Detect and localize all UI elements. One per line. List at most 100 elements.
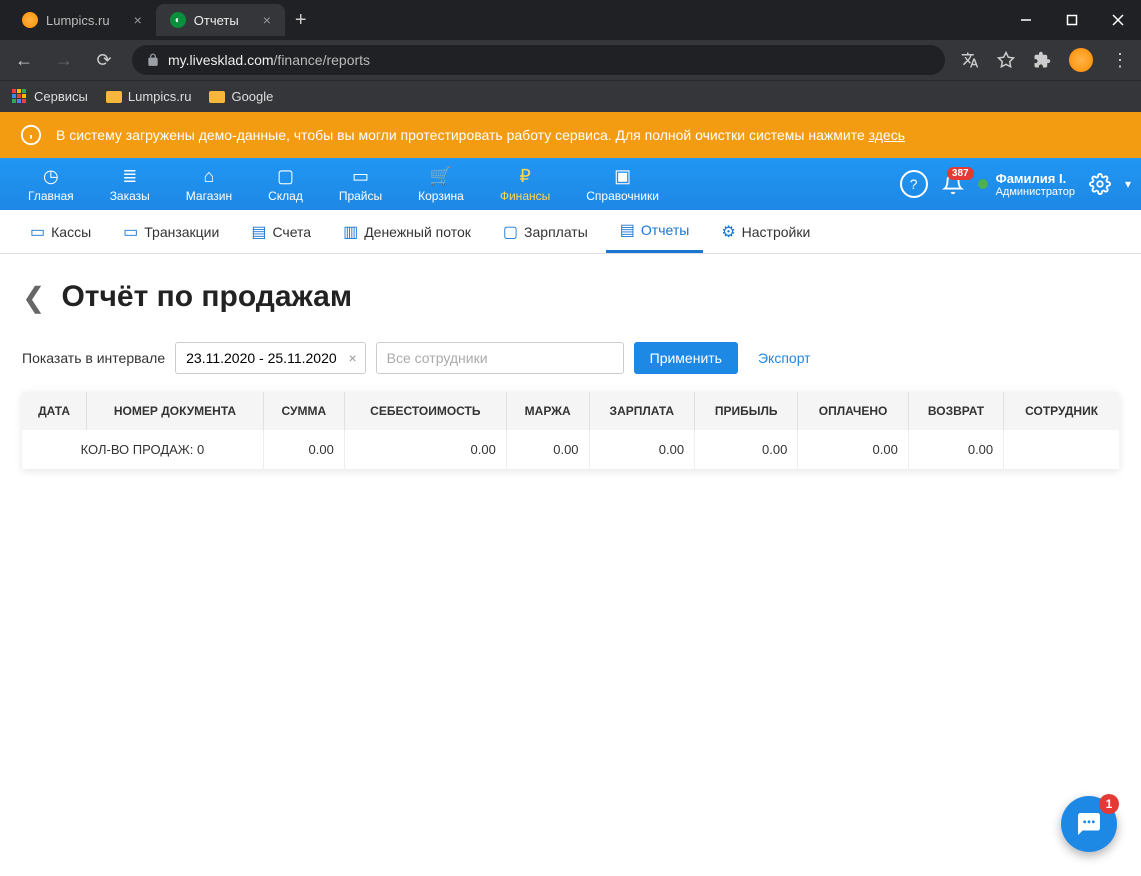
tab-settings[interactable]: ⚙ Настройки (707, 210, 824, 253)
bookmark-item[interactable]: Google (209, 89, 273, 104)
nav-cart[interactable]: 🛒 Корзина (400, 158, 482, 210)
favicon-icon (22, 12, 38, 28)
page-content: ❮ Отчёт по продажам Показать в интервале… (0, 254, 1141, 495)
user-menu[interactable]: Фамилия I. Администратор (978, 171, 1075, 198)
page-title: Отчёт по продажам (61, 280, 352, 314)
shop-icon: ⌂ (204, 166, 215, 187)
banner-link[interactable]: здесь (869, 127, 905, 143)
tab-salaries[interactable]: ▢ Зарплаты (489, 210, 602, 253)
browser-tabs: Lumpics.ru × ◐ Отчеты × + (0, 4, 1003, 36)
forward-button[interactable]: → (52, 50, 76, 71)
date-range-picker[interactable]: 23.11.2020 - 25.11.2020 × (175, 342, 366, 374)
tab-transactions[interactable]: ▭ Транзакции (109, 210, 233, 253)
gauge-icon: ◷ (43, 166, 59, 187)
bookmark-item[interactable]: Lumpics.ru (106, 89, 192, 104)
money-icon: ▭ (30, 222, 45, 242)
address-bar[interactable]: my.livesklad.com/finance/reports (132, 45, 945, 75)
app-content: В систему загружены демо-данные, чтобы в… (0, 112, 1141, 876)
tab-cashflow[interactable]: ▥ Денежный поток (329, 210, 485, 253)
reload-button[interactable]: ⟳ (92, 50, 116, 71)
nav-prices[interactable]: ▭ Прайсы (321, 158, 400, 210)
summary-cell: 0.00 (695, 430, 798, 469)
clear-icon[interactable]: × (348, 350, 356, 366)
summary-cell: 0.00 (589, 430, 695, 469)
sub-label: Отчеты (641, 222, 689, 238)
apply-button[interactable]: Применить (634, 342, 738, 374)
nav-finance[interactable]: ₽ Финансы (482, 158, 568, 210)
summary-cell: 0.00 (344, 430, 506, 469)
tab-accounts[interactable]: ▤ Счета (237, 210, 325, 253)
layers-icon: ▣ (614, 166, 631, 187)
menu-icon[interactable]: ⋮ (1111, 50, 1129, 71)
profile-avatar[interactable] (1069, 48, 1093, 72)
star-icon[interactable] (997, 51, 1015, 69)
bookmark-apps[interactable]: Сервисы (12, 89, 88, 105)
bookmark-label: Сервисы (34, 89, 88, 104)
nav-label: Справочники (586, 189, 659, 203)
toolbar-icons: ⋮ (961, 48, 1129, 72)
bookmark-label: Lumpics.ru (128, 89, 192, 104)
col-header[interactable]: СУММА (263, 392, 344, 430)
maximize-button[interactable] (1049, 0, 1095, 40)
tab-reports[interactable]: ▤ Отчеты (606, 210, 704, 253)
tab-title: Lumpics.ru (46, 13, 110, 28)
bookmarks-bar: Сервисы Lumpics.ru Google (0, 80, 1141, 112)
nav-orders[interactable]: ≣ Заказы (92, 158, 168, 210)
nav-label: Главная (28, 189, 74, 203)
new-tab-button[interactable]: + (285, 9, 317, 32)
back-button[interactable]: ← (12, 50, 36, 71)
nav-shop[interactable]: ⌂ Магазин (168, 158, 250, 210)
col-header[interactable]: МАРЖА (506, 392, 589, 430)
chevron-down-icon[interactable]: ▾ (1125, 177, 1131, 191)
close-window-button[interactable] (1095, 0, 1141, 40)
translate-icon[interactable] (961, 51, 979, 69)
extension-icon[interactable] (1033, 51, 1051, 69)
chat-badge: 1 (1099, 794, 1119, 814)
summary-cell (1004, 430, 1119, 469)
gear-icon (1089, 173, 1111, 195)
nav-warehouse[interactable]: ▢ Склад (250, 158, 321, 210)
nav-label: Прайсы (339, 189, 382, 203)
help-button[interactable]: ? (900, 170, 928, 198)
close-icon[interactable]: × (134, 12, 142, 28)
settings-button[interactable] (1089, 173, 1111, 195)
employee-filter-input[interactable] (376, 342, 624, 374)
report-table: ДАТА НОМЕР ДОКУМЕНТА СУММА СЕБЕСТОИМОСТЬ… (22, 392, 1119, 469)
nav-label: Корзина (418, 189, 464, 203)
minimize-button[interactable] (1003, 0, 1049, 40)
tab-cash-registers[interactable]: ▭ Кассы (16, 210, 105, 253)
export-link[interactable]: Экспорт (758, 350, 811, 366)
invoice-icon: ▤ (251, 222, 266, 242)
summary-cell: 0.00 (506, 430, 589, 469)
tab-title: Отчеты (194, 13, 239, 28)
col-header[interactable]: ВОЗВРАТ (908, 392, 1003, 430)
chat-widget-button[interactable]: 1 (1061, 796, 1117, 852)
browser-tab[interactable]: ◐ Отчеты × (156, 4, 285, 36)
col-header[interactable]: СОТРУДНИК (1004, 392, 1119, 430)
nav-home[interactable]: ◷ Главная (10, 158, 92, 210)
sub-nav: ▭ Кассы ▭ Транзакции ▤ Счета ▥ Денежный … (0, 210, 1141, 254)
col-header[interactable]: ЗАРПЛАТА (589, 392, 695, 430)
list-icon: ≣ (122, 166, 137, 187)
notifications-button[interactable]: 387 (942, 173, 964, 195)
apps-grid-icon (12, 89, 28, 105)
sub-label: Транзакции (144, 224, 219, 240)
summary-label: КОЛ-ВО ПРОДАЖ: 0 (22, 430, 263, 469)
col-header[interactable]: НОМЕР ДОКУМЕНТА (87, 392, 264, 430)
nav-label: Финансы (500, 189, 550, 203)
browser-tab[interactable]: Lumpics.ru × (8, 4, 156, 36)
col-header[interactable]: ДАТА (22, 392, 87, 430)
window-titlebar: Lumpics.ru × ◐ Отчеты × + (0, 0, 1141, 40)
back-chevron-icon[interactable]: ❮ (22, 281, 45, 314)
col-header[interactable]: ОПЛАЧЕНО (798, 392, 909, 430)
close-icon[interactable]: × (263, 12, 271, 28)
cart-icon: 🛒 (430, 166, 452, 187)
col-header[interactable]: ПРИБЫЛЬ (695, 392, 798, 430)
sub-label: Счета (272, 224, 311, 240)
filter-row: Показать в интервале 23.11.2020 - 25.11.… (22, 342, 1119, 374)
info-icon (20, 124, 42, 146)
wallet-icon: ▢ (503, 222, 518, 242)
nav-right: ? 387 Фамилия I. Администратор ▾ (900, 170, 1131, 198)
col-header[interactable]: СЕБЕСТОИМОСТЬ (344, 392, 506, 430)
nav-references[interactable]: ▣ Справочники (568, 158, 677, 210)
